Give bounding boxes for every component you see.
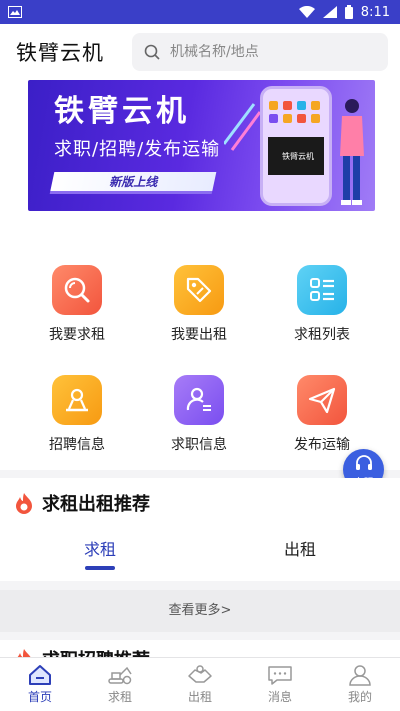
resume-icon (174, 375, 224, 425)
message-icon (268, 666, 292, 685)
handshake-icon (188, 665, 212, 683)
rent-recommend-section: 求租出租推荐 求租 出租 (0, 478, 400, 581)
search-input[interactable] (170, 44, 360, 60)
send-icon (297, 375, 347, 425)
nav-item-rent-out[interactable]: 出租 (160, 658, 240, 711)
list-icon (297, 265, 347, 315)
status-bar: 8:11 (0, 0, 400, 24)
search-icon (144, 44, 160, 60)
grid-item-rent-list[interactable]: 求租列表 (272, 265, 372, 344)
person-illustration (340, 99, 364, 205)
signal-icon (322, 6, 337, 18)
promo-banner[interactable]: 铁臂云机 求职/招聘/发布运输 新版上线 铁臂云机 (28, 80, 375, 211)
section-title: 求租出租推荐 (14, 490, 150, 516)
nav-item-home[interactable]: 首页 (0, 658, 80, 711)
nav-label: 求租 (107, 690, 132, 704)
search-icon (52, 265, 102, 315)
fire-icon (16, 493, 32, 514)
grid-label: 招聘信息 (49, 437, 105, 453)
section-title-text: 求租出租推荐 (42, 494, 150, 515)
app-title: 铁臂云机 (16, 41, 104, 65)
price-tag-icon (174, 265, 224, 315)
search-box[interactable] (132, 33, 388, 71)
phone-illustration: 铁臂云机 (260, 86, 332, 206)
recommend-tabs: 求租 出租 (0, 536, 400, 576)
banner-decoration (222, 94, 264, 158)
nav-label: 出租 (187, 690, 212, 704)
excavator-icon (108, 666, 132, 685)
grid-label: 求职信息 (171, 437, 227, 453)
grid-item-rent-request[interactable]: 我要求租 (27, 265, 127, 344)
profile-icon (349, 665, 371, 686)
grid-label: 求租列表 (294, 327, 350, 343)
grid-item-job-seeking[interactable]: 求职信息 (149, 375, 249, 454)
home-icon (29, 665, 51, 685)
main-card: 铁臂云机 求职/招聘/发布运输 新版上线 铁臂云机 我要求租 我要出租 求租列表 (0, 80, 400, 470)
battery-icon (344, 5, 353, 19)
grid-item-recruitment[interactable]: 招聘信息 (27, 375, 127, 454)
wifi-icon (298, 6, 315, 18)
nav-item-messages[interactable]: 消息 (240, 658, 320, 711)
nav-item-rent-request[interactable]: 求租 (80, 658, 160, 711)
headset-icon (355, 455, 372, 470)
view-more-link[interactable]: 查看更多> (0, 590, 400, 632)
banner-button-label: 新版上线 (109, 175, 158, 189)
grid-item-post-transport[interactable]: 发布运输 (272, 375, 372, 454)
grid-item-rent-out[interactable]: 我要出租 (149, 265, 249, 344)
banner-title: 铁臂云机 (54, 94, 190, 129)
status-time: 8:11 (360, 4, 390, 20)
nav-label: 首页 (27, 690, 52, 704)
phone-screen-text: 铁臂云机 (282, 152, 314, 161)
nav-item-profile[interactable]: 我的 (320, 658, 400, 711)
banner-subtitle: 求职/招聘/发布运输 (54, 139, 221, 160)
nav-label: 消息 (267, 690, 292, 704)
app-header: 铁臂云机 (0, 24, 400, 80)
grid-label: 我要出租 (171, 327, 227, 343)
grid-label: 我要求租 (49, 327, 105, 343)
bottom-nav: 首页 求租 出租 消息 我的 (0, 657, 400, 711)
banner-new-version-button[interactable]: 新版上线 (49, 172, 217, 194)
recruit-icon (52, 375, 102, 425)
tab-rent-request[interactable]: 求租 (0, 536, 200, 576)
nav-label: 我的 (347, 690, 372, 704)
tab-rent-out[interactable]: 出租 (200, 536, 400, 576)
gallery-notification-icon (8, 6, 22, 18)
